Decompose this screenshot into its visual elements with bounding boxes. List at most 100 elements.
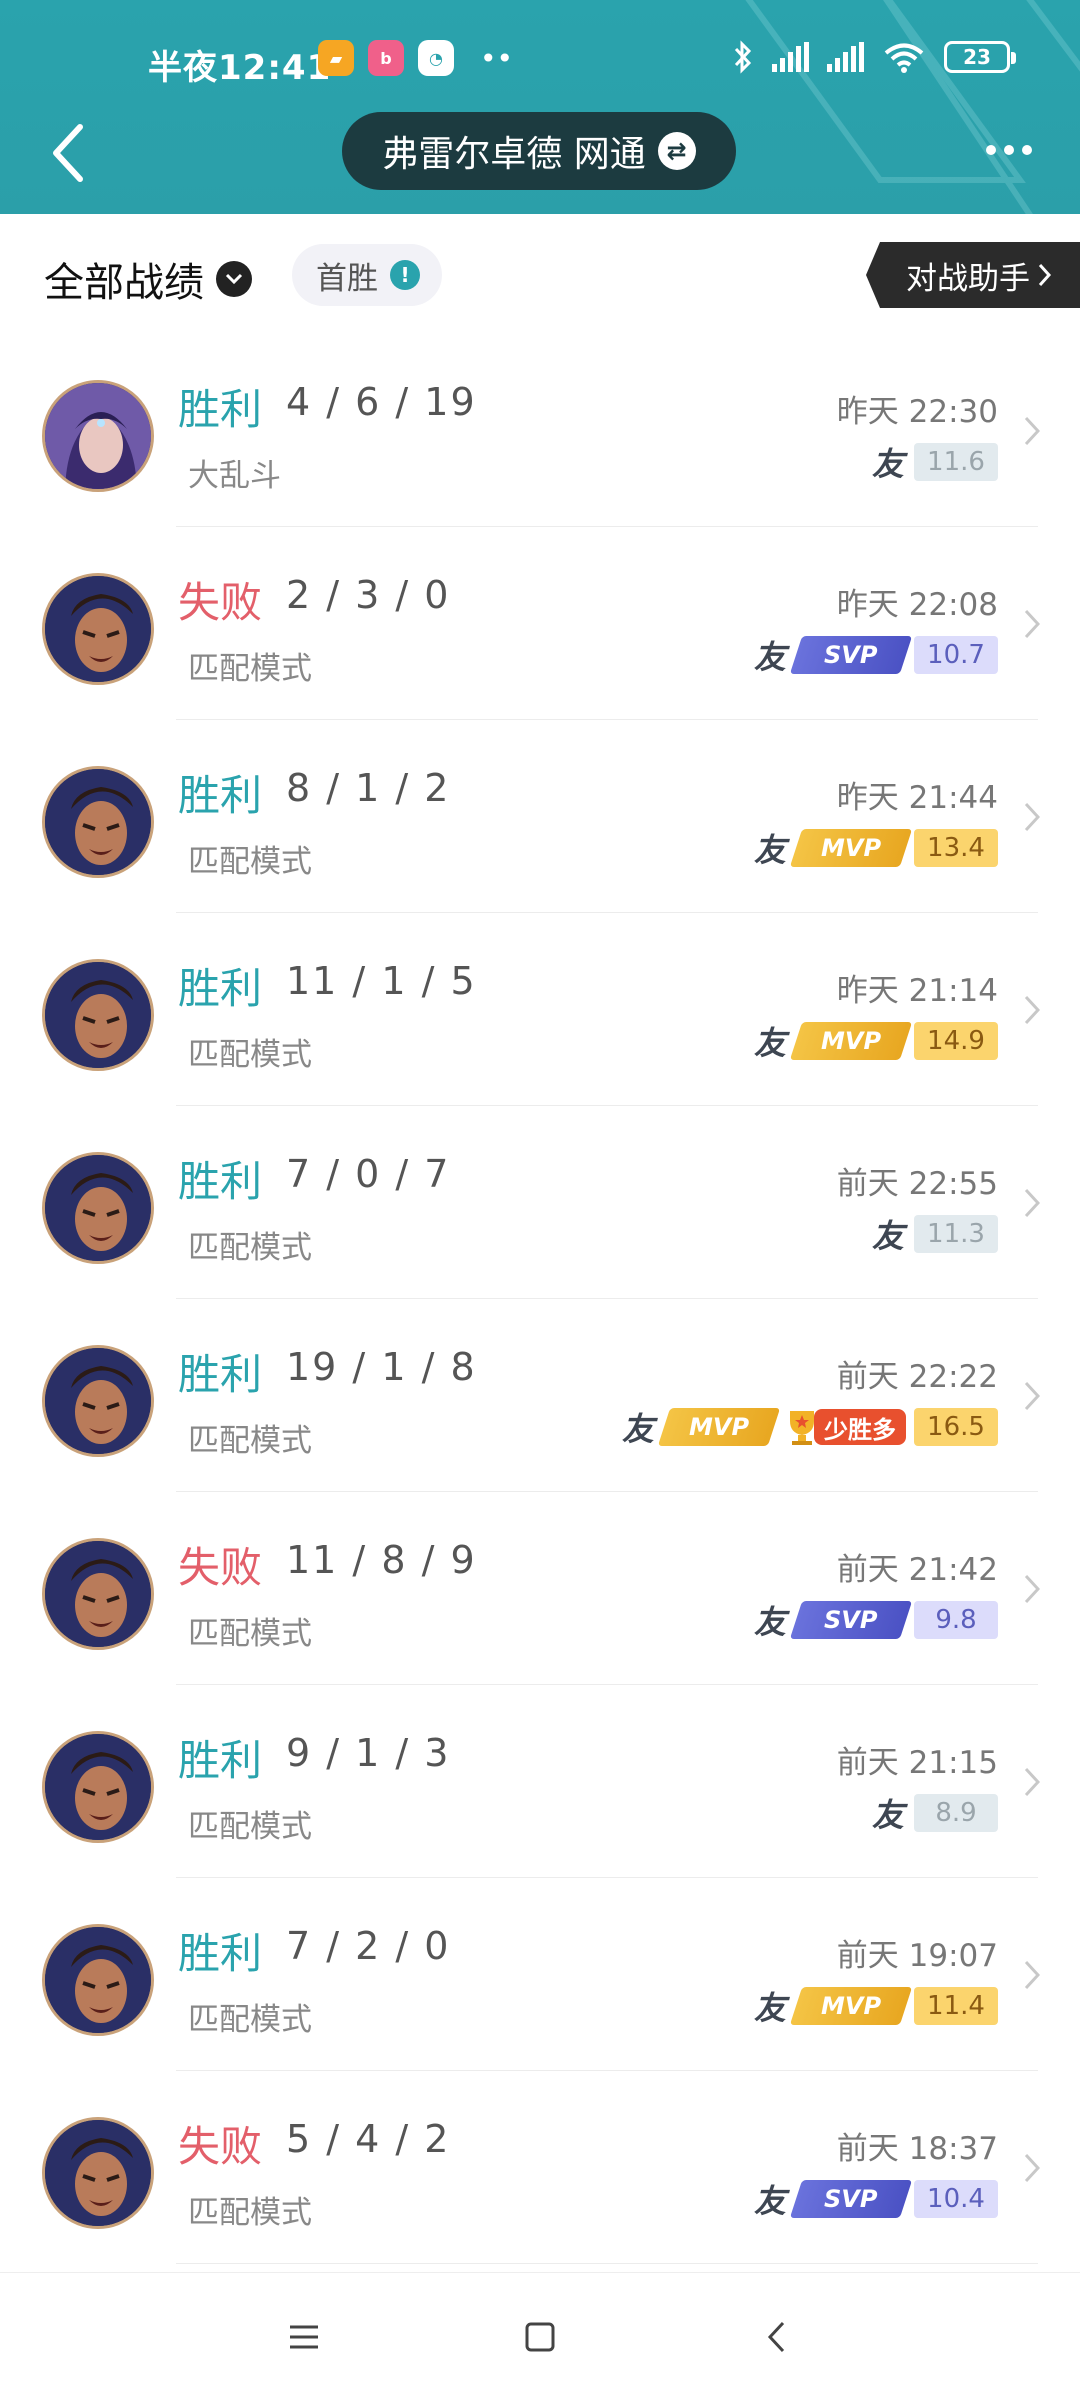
match-badges: 友 11.3 [870, 1212, 998, 1256]
match-mode: 匹配模式 [188, 1616, 312, 1652]
back-arrow-icon [53, 124, 83, 182]
friend-icon: 友 [753, 2182, 786, 2220]
match-row[interactable]: 胜利 7 / 2 / 0 匹配模式 前天 19:07 友 MVP 11.4 [0, 1878, 1080, 2071]
match-kda: 5 / 4 / 2 [286, 2117, 451, 2161]
chevron-right-icon [1020, 2149, 1044, 2187]
hero-avatar-icon [45, 2120, 151, 2226]
friend-icon: 友 [621, 1410, 654, 1448]
match-time: 昨天 22:30 [836, 394, 998, 430]
match-row[interactable]: 胜利 7 / 0 / 7 匹配模式 前天 22:55 友 11.3 [0, 1106, 1080, 1299]
svp-badge: SVP [789, 636, 913, 674]
match-row[interactable]: 胜利 8 / 1 / 2 匹配模式 昨天 21:44 友 MVP 13.4 [0, 720, 1080, 913]
home-button[interactable] [520, 2317, 560, 2357]
match-result: 失败 [178, 578, 263, 627]
signal-1-icon [772, 42, 809, 72]
match-score: 11.6 [914, 443, 998, 481]
friend-icon: 友 [871, 1796, 904, 1834]
match-score: 11.3 [914, 1215, 998, 1253]
menu-button[interactable] [284, 2317, 324, 2357]
match-mode: 匹配模式 [188, 1037, 312, 1073]
all-records-filter[interactable]: 全部战绩 [44, 250, 252, 308]
chevron-right-icon [1038, 263, 1052, 287]
match-kda: 9 / 1 / 3 [286, 1731, 451, 1775]
match-result: 失败 [178, 2122, 263, 2171]
hero-avatar [42, 1152, 154, 1264]
match-kda: 19 / 1 / 8 [286, 1345, 477, 1389]
menu-icon [290, 2325, 318, 2348]
match-kda: 7 / 2 / 0 [286, 1924, 451, 1968]
home-icon [525, 2322, 555, 2351]
mvp-badge: MVP [657, 1408, 781, 1446]
match-time: 前天 22:22 [836, 1359, 998, 1395]
all-records-label: 全部战绩 [44, 260, 204, 306]
chevron-right-icon [1020, 798, 1044, 836]
match-result: 胜利 [178, 771, 263, 820]
match-badges: 友 SVP 9.8 [752, 1598, 998, 1642]
friend-icon: 友 [753, 831, 786, 869]
match-badges: 友 MVP 14.9 [752, 1019, 998, 1063]
back-icon [767, 2321, 785, 2352]
notes-app-icon: ▰ [318, 40, 354, 76]
battle-assistant-button[interactable]: 对战助手 [866, 242, 1080, 308]
match-row[interactable]: 失败 2 / 3 / 0 匹配模式 昨天 22:08 友 SVP 10.7 [0, 527, 1080, 720]
filter-row: 全部战绩 首胜 ! 对战助手 [0, 214, 1080, 334]
match-badges: 友 MVP 少胜多 16.5 [620, 1405, 998, 1449]
match-row[interactable]: 胜利 4 / 6 / 19 大乱斗 昨天 22:30 友 11.6 [0, 334, 1080, 527]
match-badges: 友 MVP 13.4 [752, 826, 998, 870]
system-back-button[interactable] [756, 2317, 796, 2357]
hero-avatar [42, 1924, 154, 2036]
hero-avatar-icon [45, 1927, 151, 2033]
match-row[interactable]: 失败 11 / 8 / 9 匹配模式 前天 21:42 友 SVP 9.8 [0, 1492, 1080, 1685]
match-mode: 匹配模式 [188, 651, 312, 687]
status-overflow-dots: •• [480, 41, 514, 75]
first-win-chip[interactable]: 首胜 ! [292, 244, 442, 306]
match-badges: 友 SVP 10.7 [752, 633, 998, 677]
info-icon: ! [390, 260, 420, 290]
match-mode: 匹配模式 [188, 1423, 312, 1459]
status-bar: 半夜12:41 ▰ b ◔ •• 23 [0, 28, 1080, 92]
hero-avatar-icon [45, 1734, 151, 1840]
friend-icon: 友 [753, 1989, 786, 2027]
match-mode: 匹配模式 [188, 1809, 312, 1845]
more-dot-icon [1004, 145, 1014, 155]
svp-badge: SVP [789, 1601, 913, 1639]
match-score: 11.4 [914, 1987, 998, 2025]
match-time: 前天 19:07 [836, 1938, 998, 1974]
hero-avatar-icon [45, 1541, 151, 1647]
friend-icon: 友 [871, 1217, 904, 1255]
match-row[interactable]: 胜利 9 / 1 / 3 匹配模式 前天 21:15 友 8.9 [0, 1685, 1080, 1878]
match-time: 昨天 22:08 [836, 587, 998, 623]
match-row[interactable]: 失败 5 / 4 / 2 匹配模式 前天 18:37 友 SVP 10.4 [0, 2071, 1080, 2264]
match-result: 胜利 [178, 1350, 263, 1399]
hero-avatar-icon [45, 769, 151, 875]
match-kda: 7 / 0 / 7 [286, 1152, 451, 1196]
underdog-win-badge: 少胜多 [782, 1405, 906, 1449]
more-options-button[interactable] [974, 128, 1044, 172]
match-mode: 匹配模式 [188, 1230, 312, 1266]
chevron-right-icon [1020, 412, 1044, 450]
svp-badge: SVP [789, 2180, 913, 2218]
status-notification-icons: ▰ b ◔ •• [318, 40, 513, 76]
signal-2-icon [827, 42, 864, 72]
match-mode: 大乱斗 [188, 458, 281, 494]
friend-icon: 友 [753, 638, 786, 676]
server-switch-pill[interactable]: 弗雷尔卓德 网通 ⇄ [342, 112, 736, 190]
more-dot-icon [986, 145, 996, 155]
underdog-win-label: 少胜多 [814, 1409, 906, 1445]
battery-icon: 23 [944, 41, 1016, 73]
mvp-badge: MVP [789, 1987, 913, 2025]
match-mode: 匹配模式 [188, 844, 312, 880]
bilibili-app-icon: b [368, 40, 404, 76]
match-row[interactable]: 胜利 11 / 1 / 5 匹配模式 昨天 21:14 友 MVP 14.9 [0, 913, 1080, 1106]
match-score: 14.9 [914, 1022, 998, 1060]
match-badges: 友 8.9 [870, 1791, 998, 1835]
match-row[interactable]: 胜利 19 / 1 / 8 匹配模式 前天 22:22 友 MVP 少胜多 16… [0, 1299, 1080, 1492]
chevron-right-icon [1020, 1377, 1044, 1415]
match-kda: 8 / 1 / 2 [286, 766, 451, 810]
hero-avatar-icon [45, 962, 151, 1068]
chevron-right-icon [1020, 1956, 1044, 1994]
match-result: 胜利 [178, 385, 263, 434]
match-kda: 11 / 8 / 9 [286, 1538, 477, 1582]
system-nav-bar [0, 2272, 1080, 2400]
back-button[interactable] [38, 118, 98, 188]
